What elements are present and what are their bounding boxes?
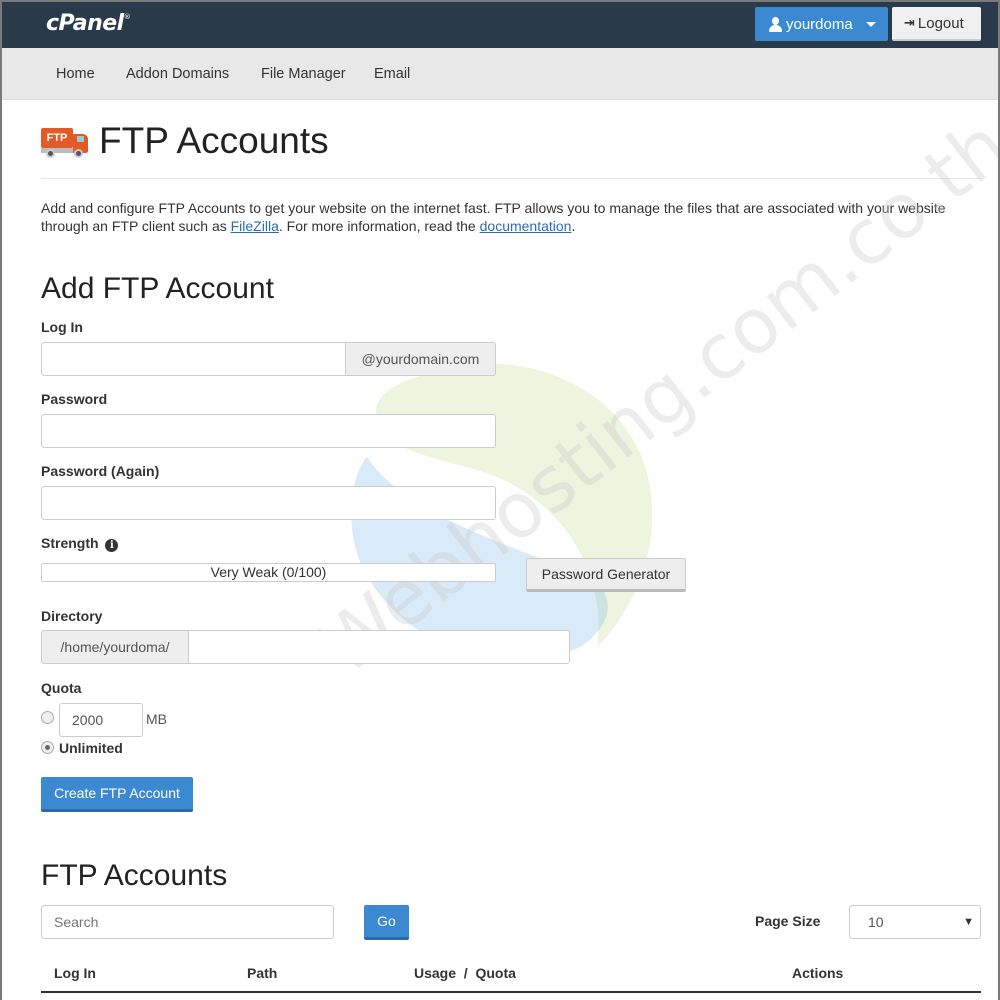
password-again-label: Password (Again) — [41, 463, 160, 479]
create-ftp-account-button[interactable]: Create FTP Account — [41, 777, 193, 812]
password-generator-button[interactable]: Password Generator — [526, 558, 686, 592]
page-description: Add and configure FTP Accounts to get yo… — [41, 199, 961, 235]
ftp-icon-label: FTP — [41, 128, 73, 148]
domain-suffix-addon: @yourdomain.com — [345, 342, 496, 376]
cpanel-window: cPanel® yourdoma ⇥ Logout Home Addon Dom… — [2, 2, 998, 1000]
page-size-value: 10 — [868, 914, 884, 930]
logout-icon: ⇥ — [904, 15, 915, 30]
password-strength-meter: Very Weak (0/100) — [41, 563, 496, 582]
info-icon[interactable]: i — [105, 539, 119, 552]
quota-limited-radio[interactable] — [41, 711, 54, 724]
filezilla-link[interactable]: FileZilla — [231, 218, 279, 234]
directory-input[interactable] — [188, 630, 570, 664]
page-header: FTP FTP Accounts — [41, 120, 329, 162]
login-input[interactable] — [41, 342, 347, 376]
directory-prefix-addon: /home/yourdoma/ — [41, 630, 189, 664]
nav-item-email[interactable]: Email — [374, 66, 410, 82]
go-button[interactable]: Go — [364, 905, 409, 940]
strength-label-text: Strength — [41, 535, 99, 551]
nav-item-addon-domains[interactable]: Addon Domains — [126, 66, 229, 82]
quota-label: Quota — [41, 680, 82, 696]
nav-bar: Home Addon Domains File Manager Email — [2, 48, 998, 100]
chevron-down-icon — [866, 22, 876, 27]
unlimited-label[interactable]: Unlimited — [59, 740, 123, 756]
quota-unit: MB — [146, 711, 167, 727]
nav-item-home[interactable]: Home — [56, 66, 95, 82]
password-again-input[interactable] — [41, 486, 496, 520]
add-ftp-heading: Add FTP Account — [41, 272, 274, 305]
dropdown-arrow-icon: ▼ — [963, 916, 974, 928]
column-header-path[interactable]: Path — [247, 965, 277, 981]
page-size-label: Page Size — [755, 913, 821, 929]
logout-label: Logout — [917, 14, 964, 32]
user-label: yourdoma — [786, 15, 853, 33]
strength-label: Strength i — [41, 535, 119, 552]
page-title: FTP Accounts — [99, 120, 329, 161]
quota-input[interactable] — [59, 703, 143, 737]
directory-label: Directory — [41, 608, 103, 624]
description-text: . — [571, 218, 576, 234]
ftp-truck-icon: FTP — [41, 124, 89, 158]
documentation-link[interactable]: documentation — [480, 218, 572, 234]
column-header-usage-quota[interactable]: Usage / Quota — [414, 965, 516, 981]
watermark-text: Webhosting.com.co.th — [302, 100, 998, 693]
description-text: . For more information, read the — [278, 218, 480, 234]
quota-unlimited-radio[interactable] — [41, 741, 54, 754]
column-header-actions: Actions — [792, 965, 844, 981]
logo-registered-mark: ® — [123, 13, 131, 21]
table-header-border — [41, 991, 981, 993]
login-label: Log In — [41, 319, 83, 335]
password-label: Password — [41, 391, 108, 407]
logo-text: cPanel — [46, 11, 124, 36]
top-bar: cPanel® yourdoma ⇥ Logout — [2, 2, 998, 48]
user-icon — [769, 16, 782, 32]
cpanel-logo[interactable]: cPanel® — [46, 11, 131, 36]
search-input[interactable] — [41, 905, 334, 939]
password-input[interactable] — [41, 414, 496, 448]
page-size-select[interactable]: 10 ▼ — [849, 905, 981, 939]
logout-button[interactable]: ⇥ Logout — [892, 7, 981, 41]
user-menu-button[interactable]: yourdoma — [755, 7, 888, 41]
column-header-login[interactable]: Log In — [54, 965, 96, 981]
divider — [41, 178, 981, 179]
ftp-accounts-heading: FTP Accounts — [41, 859, 228, 892]
nav-item-file-manager[interactable]: File Manager — [261, 66, 346, 82]
